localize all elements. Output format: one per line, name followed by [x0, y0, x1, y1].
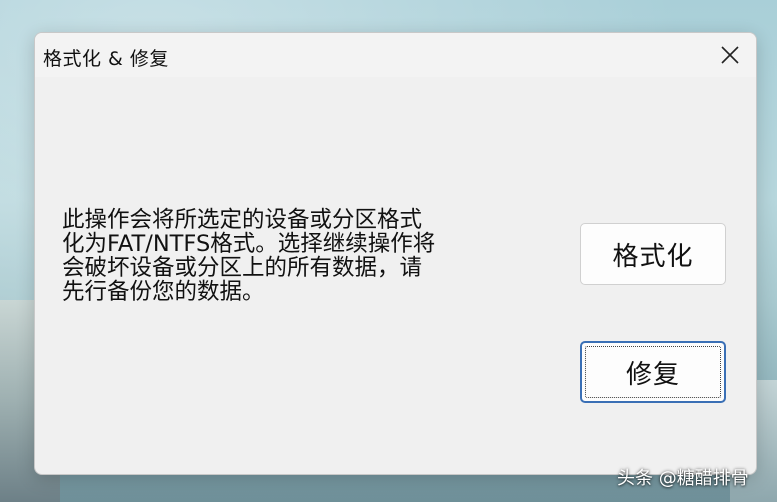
close-button[interactable]	[712, 39, 748, 71]
repair-button[interactable]: 修复	[580, 341, 726, 403]
format-button[interactable]: 格式化	[580, 223, 726, 285]
watermark-text: 头条 @糖醋排骨	[617, 468, 749, 489]
format-repair-dialog: 格式化 & 修复 此操作会将所选定的设备或分区格式 化为FAT/NTFS格式。选…	[34, 32, 757, 475]
format-button-label: 格式化	[612, 241, 694, 272]
title-bar[interactable]: 格式化 & 修复	[35, 33, 756, 77]
window-title: 格式化 & 修复	[43, 48, 169, 70]
warning-message: 此操作会将所选定的设备或分区格式 化为FAT/NTFS格式。选择继续操作将 会破…	[62, 207, 436, 305]
close-icon	[721, 46, 739, 64]
repair-button-label: 修复	[625, 359, 680, 390]
